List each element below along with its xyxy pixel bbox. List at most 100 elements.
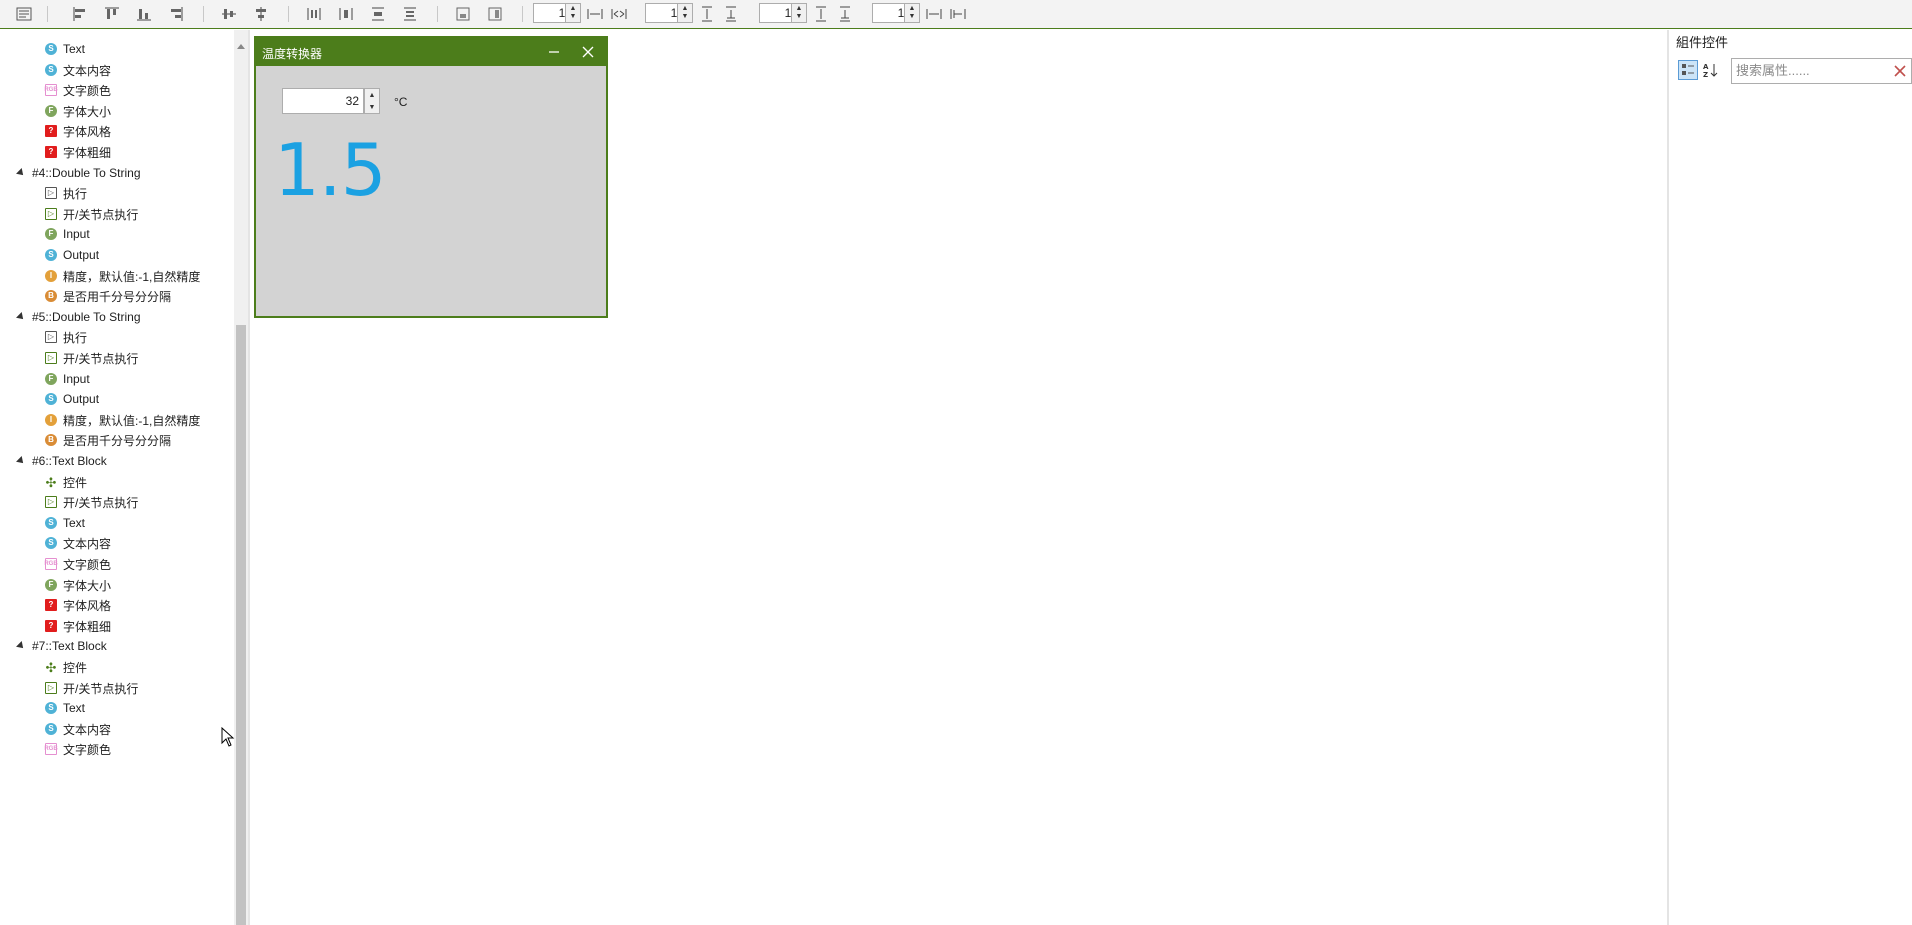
width-spacing-stepper[interactable]: ▲ ▼ — [791, 3, 807, 23]
horizontal-spacing-stepper[interactable]: ▲ ▼ — [565, 3, 581, 23]
node-property-tree: S Text S 文本内容 RGB 文字颜色 F 字体大小? 字体风格? 字体粗细 #4::Doub… — [0, 30, 234, 925]
tree-property-item[interactable]: S 文本内容 — [0, 59, 234, 81]
tree-property-item[interactable]: ? 字体风格 — [0, 120, 234, 142]
temperature-stepper[interactable]: ▲ ▼ — [364, 88, 380, 114]
distribute-horizontal-icon[interactable] — [305, 5, 323, 23]
align-bottom-icon[interactable] — [135, 5, 153, 23]
tree-property-item[interactable]: ▷ 执行 — [0, 326, 234, 348]
alphabetical-sort-icon[interactable]: AZ — [1700, 60, 1720, 80]
unknown-type-icon: ? — [45, 599, 57, 611]
tree-item-label: 字体风格 — [63, 124, 112, 139]
tree-property-item[interactable]: B 是否用千分号分分隔 — [0, 429, 234, 451]
tree-item-label: Input — [63, 372, 90, 386]
temperature-input[interactable]: 32 — [282, 88, 364, 114]
increase-horizontal-spacing-icon[interactable] — [586, 5, 604, 23]
tree-property-item[interactable]: S Text — [0, 38, 234, 60]
tree-group-node[interactable]: #4::Double To String — [0, 162, 234, 184]
vertical-spacing-stepper[interactable]: ▲ ▼ — [677, 3, 693, 23]
tree-group-label: #5::Double To String — [32, 310, 141, 324]
scroll-up-arrow-icon[interactable] — [237, 44, 245, 49]
tree-property-item[interactable]: S Output — [0, 244, 234, 266]
string-type-icon: S — [45, 702, 57, 714]
height-spacing-stepper[interactable]: ▲ ▼ — [904, 3, 920, 23]
tree-property-item[interactable]: RGB 文字颜色 — [0, 553, 234, 575]
panel-splitter[interactable] — [248, 30, 250, 925]
scrollbar-thumb[interactable] — [236, 325, 246, 925]
close-icon[interactable] — [577, 42, 599, 62]
tree-property-item[interactable]: S Text — [0, 697, 234, 719]
distribute-horizontal-2-icon[interactable] — [337, 5, 355, 23]
window-titlebar[interactable]: 温度转换器 — [256, 38, 606, 66]
expand-arrow-icon[interactable] — [16, 312, 26, 322]
tree-property-item[interactable]: I 精度，默认值:-1,自然精度 — [0, 265, 234, 287]
toolbar-separator — [437, 6, 438, 22]
tree-property-item[interactable]: RGB 文字颜色 — [0, 79, 234, 101]
same-width-2-icon[interactable] — [949, 5, 967, 23]
tree-item-label: 字体大小 — [63, 104, 112, 119]
distribute-vertical-2-icon[interactable] — [401, 5, 419, 23]
tree-property-item[interactable]: ▷ 开/关节点执行 — [0, 347, 234, 369]
tree-property-item[interactable]: S 文本内容 — [0, 718, 234, 740]
toggle-exec-type-icon: ▷ — [45, 352, 57, 364]
align-top-icon[interactable] — [103, 5, 121, 23]
tree-item-label: 精度，默认值:-1,自然精度 — [63, 413, 201, 428]
tree-item-label: Input — [63, 227, 90, 241]
decrease-horizontal-spacing-icon[interactable] — [610, 5, 628, 23]
svg-text:A: A — [1703, 63, 1709, 71]
toolbar-separator — [203, 6, 204, 22]
app-root: 10 ▲▼ 10 ▲▼ 10 ▲▼ 10 ▲▼ — [0, 0, 1912, 925]
decrease-vertical-spacing-icon[interactable] — [722, 5, 740, 23]
tree-property-item[interactable]: ▷ 开/关节点执行 — [0, 491, 234, 513]
minimize-icon[interactable] — [543, 42, 565, 62]
tree-property-item[interactable]: I 精度，默认值:-1,自然精度 — [0, 409, 234, 431]
tree-property-item[interactable]: ▷ 开/关节点执行 — [0, 677, 234, 699]
tree-property-item[interactable]: ✣ 控件 — [0, 656, 234, 678]
align-right-icon[interactable] — [167, 5, 185, 23]
toggle-exec-type-icon: ▷ — [45, 208, 57, 220]
expand-arrow-icon[interactable] — [16, 168, 26, 178]
unknown-type-icon: ? — [45, 146, 57, 158]
tree-property-item[interactable]: F Input — [0, 368, 234, 390]
tree-property-item[interactable]: F 字体大小 — [0, 100, 234, 122]
center-horizontal-icon[interactable] — [220, 5, 238, 23]
tree-scrollbar[interactable] — [234, 30, 248, 925]
tree-property-item[interactable]: ▷ 执行 — [0, 182, 234, 204]
same-height-2-icon[interactable] — [836, 5, 854, 23]
tree-property-item[interactable]: S Output — [0, 388, 234, 410]
tree-group-node[interactable]: #7::Text Block — [0, 635, 234, 657]
tree-property-item[interactable]: S 文本内容 — [0, 532, 234, 554]
expand-arrow-icon[interactable] — [16, 641, 26, 651]
tree-item-label: 文字颜色 — [63, 557, 112, 572]
same-height-icon[interactable] — [812, 5, 830, 23]
tree-property-item[interactable]: F 字体大小 — [0, 574, 234, 596]
tree-item-label: 执行 — [63, 330, 88, 345]
tree-item-label: Text — [63, 701, 86, 715]
tree-group-node[interactable]: #5::Double To String — [0, 306, 234, 328]
tree-group-node[interactable]: #6::Text Block — [0, 450, 234, 472]
fit-height-icon[interactable] — [486, 5, 504, 23]
tree-property-item[interactable]: ? 字体粗细 — [0, 615, 234, 637]
center-vertical-icon[interactable] — [252, 5, 270, 23]
tree-property-item[interactable]: S Text — [0, 512, 234, 534]
tree-property-item[interactable]: RGB 文字颜色 — [0, 738, 234, 760]
tree-item-label: 开/关节点执行 — [63, 351, 139, 366]
tree-property-item[interactable]: B 是否用千分号分分隔 — [0, 285, 234, 307]
toggle-exec-type-icon: ▷ — [45, 682, 57, 694]
tree-item-label: 文字颜色 — [63, 83, 112, 98]
document-icon[interactable] — [15, 5, 33, 23]
tree-property-item[interactable]: ▷ 开/关节点执行 — [0, 203, 234, 225]
tree-property-item[interactable]: ✣ 控件 — [0, 471, 234, 493]
align-left-icon[interactable] — [71, 5, 89, 23]
tree-item-label: 是否用千分号分分隔 — [63, 289, 172, 304]
same-width-icon[interactable] — [925, 5, 943, 23]
distribute-vertical-icon[interactable] — [369, 5, 387, 23]
fit-width-icon[interactable] — [454, 5, 472, 23]
increase-vertical-spacing-icon[interactable] — [698, 5, 716, 23]
tree-property-item[interactable]: ? 字体粗细 — [0, 141, 234, 163]
property-search-input[interactable]: 搜索属性...... — [1731, 58, 1912, 84]
tree-property-item[interactable]: F Input — [0, 223, 234, 245]
clear-search-icon[interactable] — [1890, 61, 1910, 81]
categorized-view-icon[interactable] — [1678, 60, 1698, 80]
expand-arrow-icon[interactable] — [16, 456, 26, 466]
tree-property-item[interactable]: ? 字体风格 — [0, 594, 234, 616]
